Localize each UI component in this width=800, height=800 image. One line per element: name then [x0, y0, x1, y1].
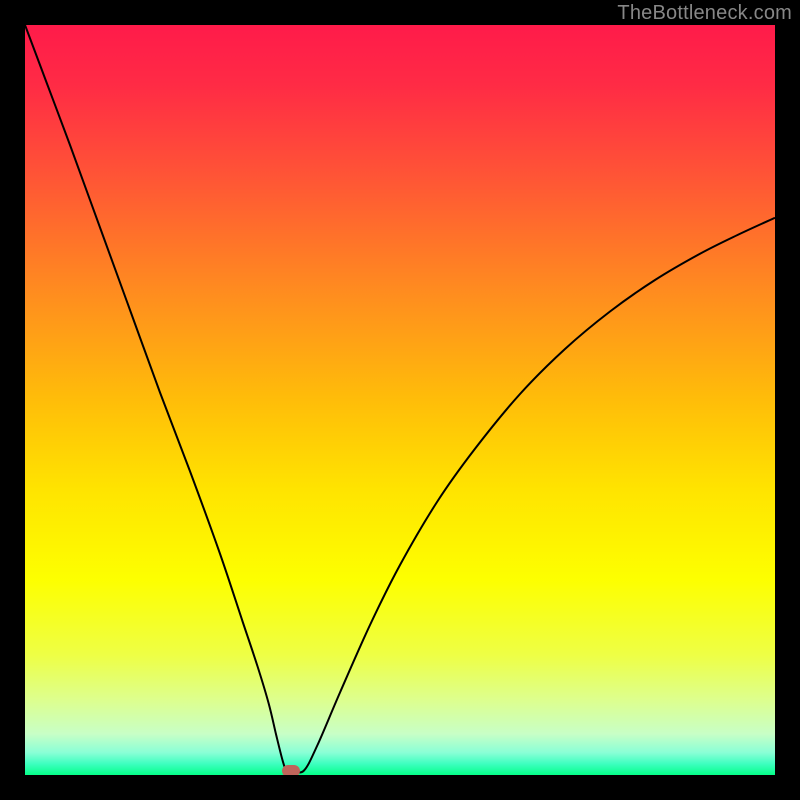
plot-area — [25, 25, 775, 775]
optimal-point-marker — [282, 765, 300, 776]
curve-layer — [25, 25, 775, 775]
chart-frame: TheBottleneck.com — [0, 0, 800, 800]
watermark-text: TheBottleneck.com — [617, 2, 792, 25]
bottleneck-curve — [25, 25, 775, 773]
